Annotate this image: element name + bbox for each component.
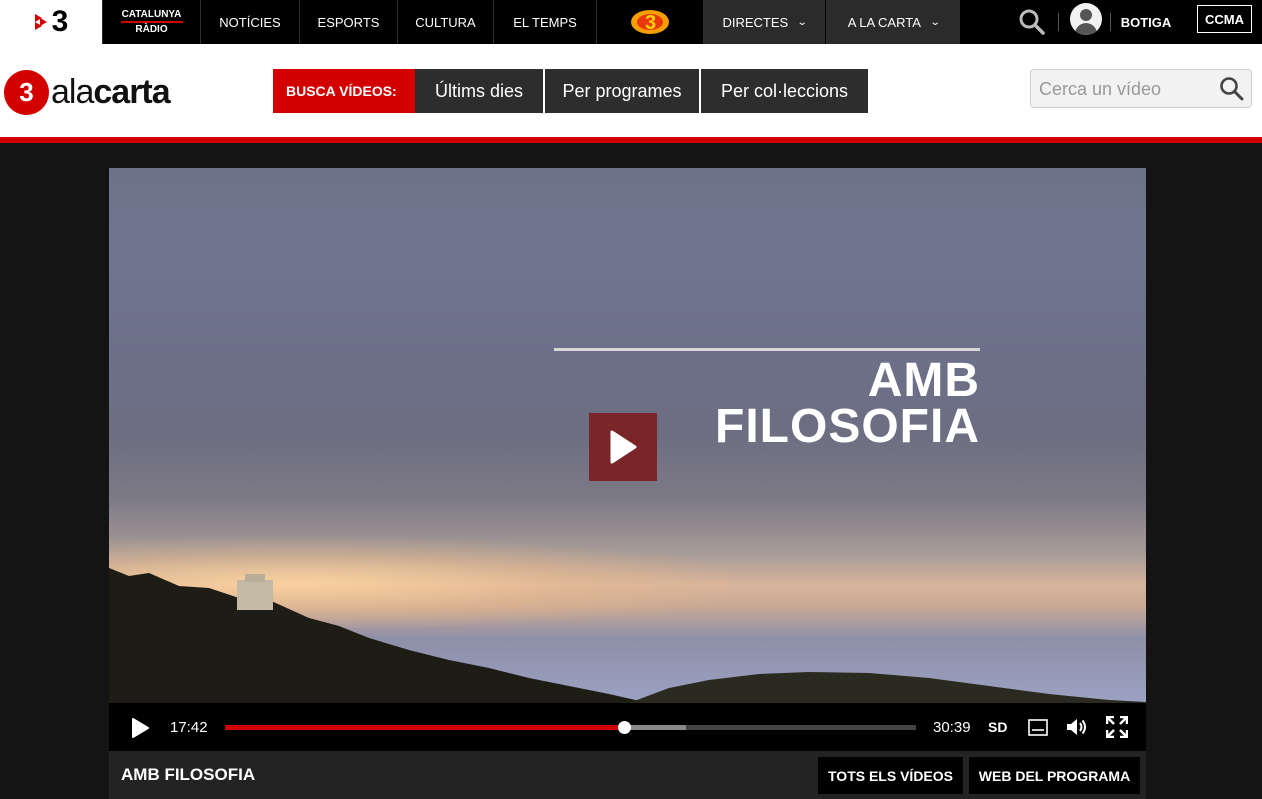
chevron-down-icon: ⌄ [929,16,941,28]
botiga-link[interactable]: BOTIGA [1114,0,1178,44]
busca-videos-label: BUSCA VÍDEOS: [273,69,427,113]
program-web-button[interactable]: WEB DEL PROGRAMA [969,757,1140,794]
video-search-input[interactable] [1037,74,1217,104]
scrubber-handle[interactable] [618,721,632,734]
filter-per-programes[interactable]: Per programes [545,69,699,113]
alacarta-logo-circle: 3 [4,69,49,115]
logo-text-carta: carta [93,72,170,111]
played-bar [225,725,625,730]
search-icon[interactable] [1219,76,1245,102]
overlay-title-line1: AMB [867,354,980,407]
current-time: 17:42 [170,718,208,736]
filter-ultims-dies[interactable]: Últims dies [415,69,543,113]
filter-per-programes-label: Per programes [562,80,682,101]
big-play-button[interactable] [589,413,657,481]
catalunya-radio-link[interactable]: CATALUNYA RÀDIO [102,0,200,44]
nav-item-a-la-carta-label: A LA CARTA [847,14,921,30]
overlay-title-line2: FILOSOFIA [715,400,980,453]
alacarta-logo[interactable]: 3 alacarta [4,68,171,116]
nav-item-cultura[interactable]: CULTURA [397,0,493,44]
nav-item-esports[interactable]: ESPORTS [299,0,397,44]
tv3-logo[interactable]: 3 [0,0,102,44]
overlay-title-rule [554,348,980,351]
tv3-arrows-icon [34,14,47,30]
nav-item-noticies[interactable]: NOTÍCIES [200,0,299,44]
volume-icon[interactable] [1066,717,1088,737]
all-videos-button[interactable]: TOTS ELS VÍDEOS [818,757,963,794]
header-accent-line [0,137,1262,143]
program-title: AMB FILOSOFIA [121,765,256,784]
program-info-bar: AMB FILOSOFIA TOTS ELS VÍDEOS WEB DEL PR… [109,751,1146,799]
alacarta-logo-text: alacarta [51,72,171,112]
top-navigation: 3 CATALUNYA RÀDIO NOTÍCIES ESPORTS CULTU… [0,0,1262,44]
quality-button[interactable]: SD [988,703,1007,751]
radio-divider [120,21,183,23]
video-overlay-title: AMB FILOSOFIA [669,354,980,453]
subtitles-icon[interactable] [1028,719,1048,736]
catalunya-radio-line1: CATALUNYA [121,9,182,20]
fullscreen-icon[interactable] [1106,716,1128,738]
player-controls: 17:42 30:39 SD [109,703,1146,751]
nav-item-noticies-label: NOTÍCIES [219,14,281,30]
svg-text:3: 3 [645,12,656,34]
nav-item-directes-label: DIRECTES [722,14,789,30]
progress-track[interactable] [225,721,916,734]
play-icon[interactable] [130,717,150,739]
catalunya-radio-line2: RÀDIO [135,24,168,35]
nav-item-el-temps[interactable]: EL TEMPS [493,0,596,44]
nav-separator [1058,13,1059,31]
nav-item-el-temps-label: EL TEMPS [513,14,577,30]
filter-per-colleccions-label: Per col·leccions [720,80,849,101]
nav-item-directes[interactable]: DIRECTES ⌄ [703,0,825,44]
filter-per-colleccions[interactable]: Per col·leccions [701,69,868,113]
super3-link[interactable]: 3 [596,0,703,44]
filter-ultims-dies-label: Últims dies [434,80,523,101]
play-icon [610,430,637,464]
video-search-box [1030,69,1252,108]
tv3-logo-text: 3 [51,5,69,38]
duration: 30:39 [933,718,971,736]
nav-separator [1110,13,1111,31]
nav-item-cultura-label: CULTURA [415,14,476,30]
nav-item-esports-label: ESPORTS [317,14,380,30]
chevron-down-icon: ⌄ [796,16,808,28]
search-icon[interactable] [1018,8,1046,36]
ccma-button[interactable]: CCMA [1197,5,1252,33]
super3-logo-icon: 3 [631,10,669,34]
logo-text-ala: ala [51,72,94,111]
user-avatar-icon[interactable] [1070,3,1102,35]
nav-item-a-la-carta[interactable]: A LA CARTA ⌄ [826,0,960,44]
